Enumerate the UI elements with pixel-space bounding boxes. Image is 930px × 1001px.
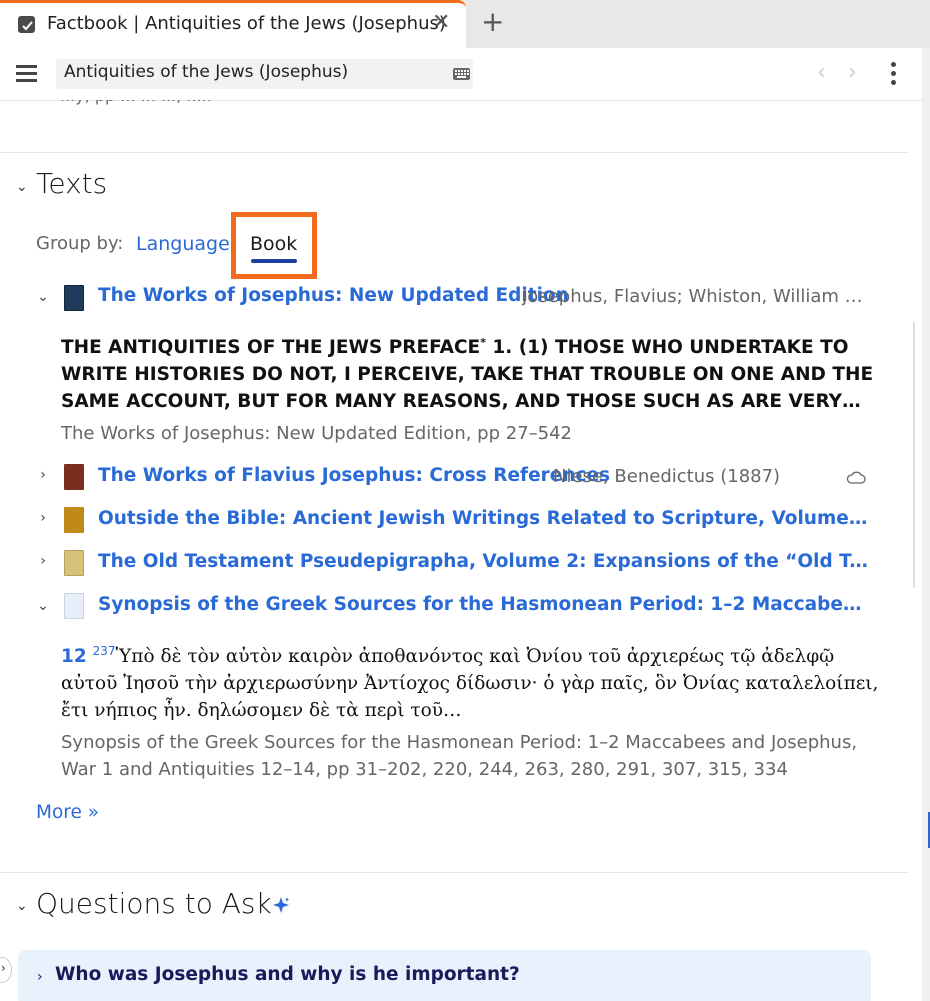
tab-factbook[interactable]: Factbook | Antiquities of the Jews (Jose… bbox=[0, 0, 466, 48]
section-divider bbox=[0, 152, 908, 153]
cloud-icon[interactable] bbox=[846, 470, 866, 484]
questions-section-title: Questions to Ask bbox=[36, 887, 272, 920]
section-divider bbox=[0, 872, 908, 873]
book-author: Josephus, Flavius; Whiston, William … bbox=[522, 286, 863, 307]
question-item[interactable]: › Who was Josephus and why is he importa… bbox=[18, 950, 871, 1001]
tab-title: Factbook | Antiquities of the Jews (Jose… bbox=[47, 13, 446, 34]
book-cover-thumbnail bbox=[64, 593, 84, 619]
selected-tab-underline bbox=[251, 259, 297, 263]
book-cover-thumbnail bbox=[64, 507, 84, 533]
book-cover-thumbnail bbox=[64, 464, 84, 490]
book-title-link[interactable]: The Old Testament Pseudepigrapha, Volume… bbox=[98, 551, 868, 572]
group-by-language-tab[interactable]: Language bbox=[136, 233, 230, 255]
more-link[interactable]: More » bbox=[36, 802, 99, 823]
close-icon[interactable]: ✕ bbox=[432, 10, 450, 35]
verse-number[interactable]: 12 bbox=[61, 646, 87, 667]
sparkle-icon bbox=[272, 896, 290, 914]
book-title-link[interactable]: The Works of Josephus: New Updated Editi… bbox=[98, 285, 569, 306]
book-expand-chevron-icon[interactable]: › bbox=[36, 467, 50, 483]
question-text: Who was Josephus and why is he important… bbox=[55, 964, 520, 985]
book-citation: Synopsis of the Greek Sources for the Ha… bbox=[61, 732, 858, 780]
book-excerpt[interactable]: THE ANTIQUITIES OF THE JEWS PREFACE* 1. … bbox=[61, 329, 881, 415]
book-expand-chevron-icon[interactable]: ⌄ bbox=[36, 598, 50, 614]
texts-collapse-chevron-icon[interactable]: ⌄ bbox=[16, 179, 28, 195]
book-author: Niese, Benedictus (1887) bbox=[553, 466, 781, 487]
book-title-link[interactable]: The Works of Flavius Josephus: Cross Ref… bbox=[98, 465, 610, 486]
book-citation: The Works of Josephus: New Updated Editi… bbox=[61, 423, 573, 444]
back-arrow-icon[interactable]: ‹ bbox=[817, 60, 826, 85]
chevron-right-icon: › bbox=[37, 969, 43, 985]
address-bar[interactable]: Antiquities of the Jews (Josephus) bbox=[56, 59, 473, 89]
book-expand-chevron-icon[interactable]: ⌄ bbox=[36, 289, 50, 305]
keyboard-icon[interactable] bbox=[453, 68, 470, 80]
group-by-label: Group by: bbox=[36, 233, 124, 254]
book-expand-chevron-icon[interactable]: › bbox=[36, 553, 50, 569]
questions-collapse-chevron-icon[interactable]: ⌄ bbox=[16, 898, 28, 914]
more-options-icon[interactable] bbox=[891, 62, 897, 86]
book-title-link[interactable]: Synopsis of the Greek Sources for the Ha… bbox=[98, 594, 868, 615]
toolbar: Antiquities of the Jews (Josephus) ‹ › bbox=[0, 48, 922, 101]
group-by-book-tab[interactable]: Book bbox=[250, 233, 297, 255]
menu-icon[interactable] bbox=[16, 65, 37, 83]
verse-superscript: 237 bbox=[92, 644, 116, 658]
book-cover-thumbnail bbox=[64, 550, 84, 576]
tab-strip: Factbook | Antiquities of the Jews (Jose… bbox=[0, 0, 930, 48]
book-title-link[interactable]: Outside the Bible: Ancient Jewish Writin… bbox=[98, 508, 868, 529]
page-scrollbar[interactable] bbox=[922, 48, 930, 1001]
forward-arrow-icon[interactable]: › bbox=[848, 60, 857, 85]
texts-section-title: Texts bbox=[36, 167, 108, 200]
address-text: Antiquities of the Jews (Josephus) bbox=[64, 62, 349, 82]
side-panel-toggle-icon[interactable]: › bbox=[0, 957, 12, 983]
book-expand-chevron-icon[interactable]: › bbox=[36, 510, 50, 526]
factbook-icon bbox=[18, 16, 35, 33]
book-cover-thumbnail bbox=[64, 285, 84, 311]
texts-scrollbar[interactable] bbox=[913, 322, 915, 588]
new-tab-button[interactable]: + bbox=[481, 6, 504, 38]
book-excerpt[interactable]: 12 237Ὑπὸ δὲ τὸν αὐτὸν καιρὸν ἀποθανόντο… bbox=[61, 638, 881, 724]
